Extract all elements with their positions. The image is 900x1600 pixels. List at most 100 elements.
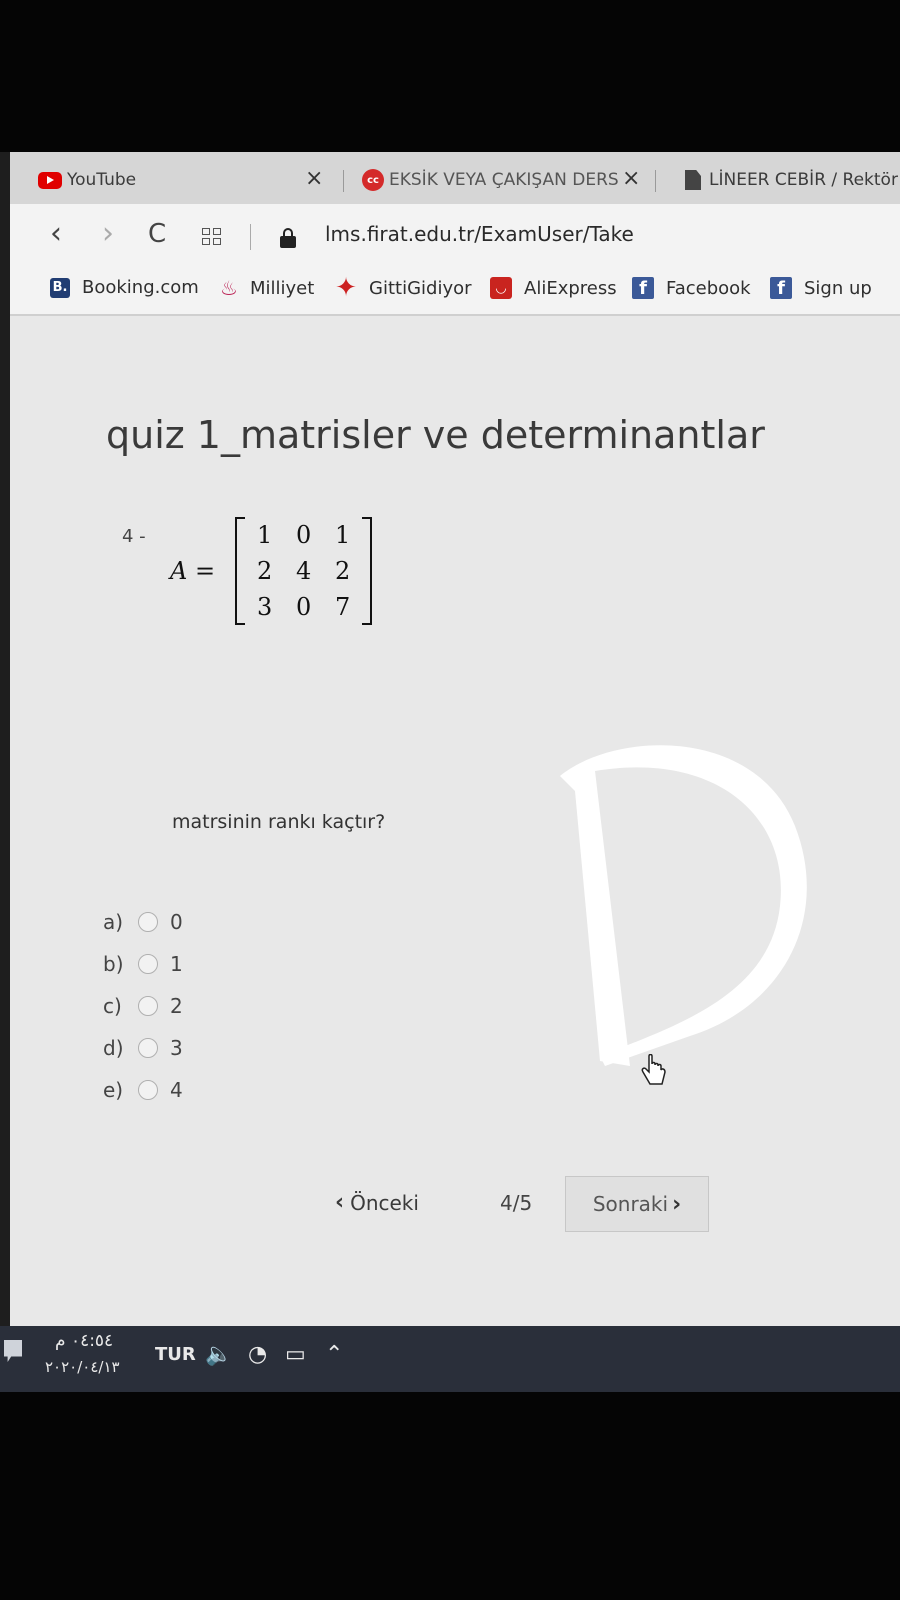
previous-button[interactable]: ‹ Önceki [335, 1190, 419, 1215]
cc-icon: cc [362, 169, 384, 191]
matrix-equation: A = 1 0 1 2 4 2 3 0 7 [170, 516, 373, 626]
exam-page: quiz 1_matrisler ve determinantlar 4 - A… [10, 316, 900, 1326]
tab-divider [655, 170, 656, 192]
radio-button[interactable] [138, 996, 158, 1016]
battery-icon[interactable]: ▭ [285, 1342, 306, 1367]
page-counter: 4/5 [500, 1191, 533, 1215]
option-value: 4 [170, 1078, 183, 1102]
bookmark-label: Facebook [666, 277, 751, 299]
tab-youtube[interactable]: YouTube [38, 166, 136, 194]
bookmark-label: GittiGidiyor [369, 277, 472, 299]
radio-button[interactable] [138, 1080, 158, 1100]
tab-bar: YouTube × cc EKSİK VEYA ÇAKIŞAN DERS × L… [10, 152, 900, 205]
option-value: 2 [170, 994, 183, 1018]
facebook-icon: f [632, 277, 654, 299]
screen-edge [0, 152, 10, 1392]
answer-option-b[interactable]: b) 1 [103, 943, 183, 985]
taskbar: ٠٤:٥٤ م ٢٠٢٠/٠٤/١٣ TUR 🔈 ◔ ▭ ⌃ [0, 1326, 900, 1392]
tab-label: LİNEER CEBİR / Rektör [709, 170, 898, 190]
back-button[interactable]: ‹ [50, 216, 62, 252]
notification-icon[interactable] [4, 1340, 22, 1362]
next-button[interactable]: Sonraki › [565, 1176, 709, 1232]
previous-label: Önceki [350, 1190, 419, 1215]
matrix: 1 0 1 2 4 2 3 0 7 [235, 517, 373, 625]
matrix-cell: 0 [295, 593, 312, 621]
matrix-label: A = [170, 557, 216, 585]
facebook-icon: f [770, 277, 792, 299]
forward-button[interactable]: › [102, 216, 114, 252]
matrix-cell: 3 [256, 593, 273, 621]
youtube-icon [38, 171, 62, 189]
option-letter: b) [103, 952, 124, 976]
pagination: ‹ Önceki 4/5 Sonraki › [10, 1176, 900, 1236]
bookmark-label: Milliyet [250, 277, 315, 299]
bookmark-label: Sign up [804, 277, 872, 299]
apps-grid-icon[interactable] [202, 228, 222, 246]
tab-label: EKSİK VEYA ÇAKIŞAN DERS [389, 170, 619, 190]
bookmarks-bar: B. Booking.com ♨ Milliyet ✦ GittiGidiyor… [10, 264, 900, 316]
tab-eksik-ders[interactable]: cc EKSİK VEYA ÇAKIŞAN DERS [362, 166, 619, 194]
matrix-cell: 2 [256, 557, 273, 585]
matrix-cell: 7 [334, 593, 351, 621]
document-icon [685, 170, 701, 190]
answer-option-e[interactable]: e) 4 [103, 1069, 183, 1111]
matrix-row: 1 0 1 [245, 517, 362, 553]
radio-button[interactable] [138, 1038, 158, 1058]
hand-cursor-icon [641, 1054, 666, 1085]
divider [250, 224, 251, 250]
option-letter: c) [103, 994, 122, 1018]
question-number: 4 - [122, 526, 146, 547]
answer-option-a[interactable]: a) 0 [103, 901, 183, 943]
tab-divider [343, 170, 344, 192]
wifi-icon[interactable]: ◔ [248, 1342, 267, 1367]
volume-icon[interactable]: 🔈 [205, 1342, 232, 1367]
option-letter: d) [103, 1036, 124, 1060]
option-value: 0 [170, 910, 183, 934]
gittigidiyor-icon: ✦ [335, 273, 357, 303]
language-indicator[interactable]: TUR [155, 1344, 196, 1365]
monitor-screen: YouTube × cc EKSİK VEYA ÇAKIŞAN DERS × L… [0, 152, 900, 1392]
tab-label: YouTube [67, 170, 137, 190]
matrix-row: 2 4 2 [245, 553, 362, 589]
radio-button[interactable] [138, 954, 158, 974]
bookmark-booking[interactable]: B. Booking.com [50, 277, 199, 298]
option-value: 3 [170, 1036, 183, 1060]
clock-date[interactable]: ٢٠٢٠/٠٤/١٣ [45, 1358, 120, 1376]
clock-time[interactable]: ٠٤:٥٤ م [55, 1331, 113, 1351]
aliexpress-icon: ◡ [490, 277, 512, 299]
bookmark-facebook[interactable]: f Facebook [632, 277, 751, 299]
matrix-cell: 0 [295, 521, 312, 549]
bookmark-label: AliExpress [524, 277, 617, 299]
quiz-title: quiz 1_matrisler ve determinantlar [106, 413, 765, 458]
tab-lineer-cebir[interactable]: LİNEER CEBİR / Rektör [685, 166, 898, 194]
chevron-left-icon: ‹ [335, 1190, 345, 1215]
chevron-up-icon[interactable]: ⌃ [325, 1342, 343, 1367]
option-value: 1 [170, 952, 183, 976]
matrix-cell: 1 [334, 521, 351, 549]
bookmark-sign-up[interactable]: f Sign up [770, 277, 872, 299]
matrix-cell: 4 [295, 557, 312, 585]
next-label: Sonraki [592, 1192, 669, 1216]
reload-button[interactable]: C [148, 216, 166, 252]
option-letter: a) [103, 910, 124, 934]
url-field[interactable]: lms.firat.edu.tr/ExamUser/Take [325, 222, 634, 246]
booking-icon: B. [50, 277, 70, 298]
matrix-cell: 2 [334, 557, 351, 585]
handwritten-d-mark [560, 745, 807, 1066]
matrix-cell: 1 [256, 521, 273, 549]
radio-button[interactable] [138, 912, 158, 932]
address-bar: ‹ › C lms.firat.edu.tr/ExamUser/Take [10, 204, 900, 264]
lock-icon[interactable] [280, 228, 296, 248]
close-tab-icon[interactable]: × [305, 166, 323, 191]
bookmark-gittigidiyor[interactable]: ✦ GittiGidiyor [335, 273, 472, 303]
chevron-right-icon: › [672, 1191, 682, 1217]
question-text: matrsinin rankı kaçtır? [172, 811, 386, 833]
answer-options: a) 0 b) 1 c) 2 d) 3 e) 4 [103, 901, 183, 1111]
milliyet-icon: ♨ [220, 276, 238, 300]
bookmark-label: Booking.com [82, 277, 199, 298]
bookmark-milliyet[interactable]: ♨ Milliyet [220, 276, 315, 300]
answer-option-d[interactable]: d) 3 [103, 1027, 183, 1069]
answer-option-c[interactable]: c) 2 [103, 985, 183, 1027]
bookmark-aliexpress[interactable]: ◡ AliExpress [490, 277, 617, 299]
close-tab-icon[interactable]: × [622, 166, 640, 191]
